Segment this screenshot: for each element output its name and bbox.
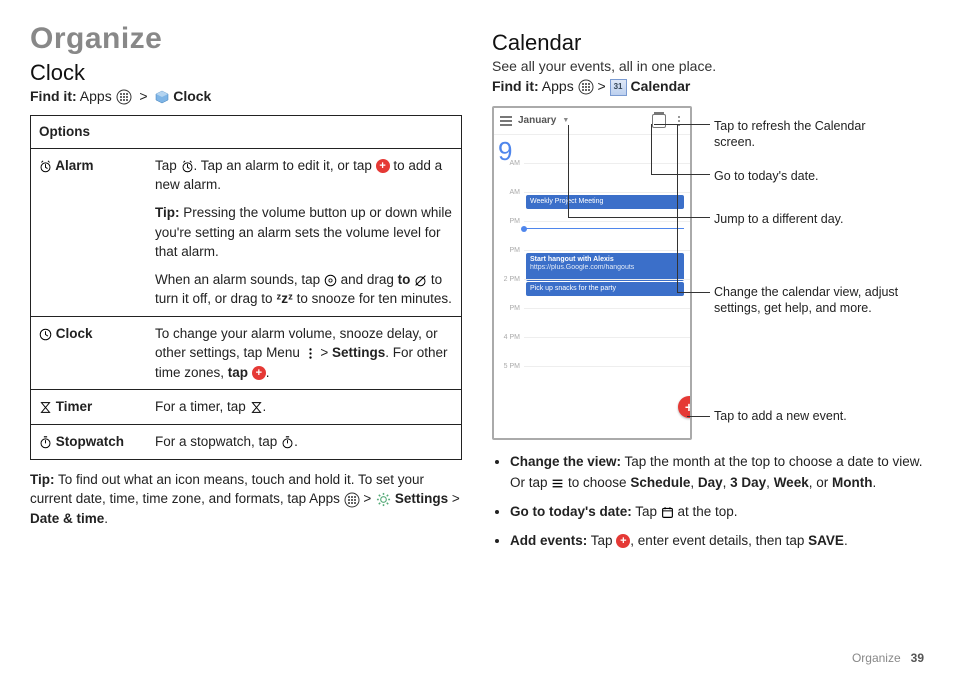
row-alarm: Alarm Tap . Tap an alarm to edit it, or … bbox=[31, 148, 462, 316]
clock-icon bbox=[39, 328, 52, 341]
row-timer: Timer For a timer, tap . bbox=[31, 390, 462, 425]
settings-gear-icon bbox=[375, 492, 391, 508]
now-indicator bbox=[524, 228, 684, 229]
clock-options-table: Options Alarm Tap . Tap an alarm to edit… bbox=[30, 115, 462, 459]
calendar-heading: Calendar bbox=[492, 30, 924, 56]
timer-icon bbox=[250, 401, 263, 414]
bullet-add-event: Add events: Tap , enter event details, t… bbox=[510, 531, 924, 552]
page-title: Organize bbox=[30, 22, 462, 56]
event-block[interactable]: Pick up snacks for the party bbox=[526, 282, 684, 296]
apps-grid-icon bbox=[578, 79, 594, 95]
options-header: Options bbox=[31, 116, 462, 149]
dismiss-circle-icon bbox=[324, 274, 337, 287]
clock-find-it: Find it: Apps > Clock bbox=[30, 88, 462, 105]
apps-grid-icon bbox=[116, 89, 132, 105]
anno-overflow: Change the calendar view, adjust setting… bbox=[714, 284, 924, 317]
bullet-change-view: Change the view: Tap the month at the to… bbox=[510, 452, 924, 494]
overflow-menu-icon[interactable] bbox=[678, 120, 680, 122]
stopwatch-icon bbox=[39, 436, 52, 449]
stopwatch-icon bbox=[281, 436, 294, 449]
event-block[interactable]: Weekly Project Meeting bbox=[526, 195, 684, 209]
month-picker[interactable]: January bbox=[518, 115, 556, 126]
menu-overflow-icon bbox=[304, 347, 317, 360]
anno-today: Go to today's date. bbox=[714, 168, 904, 184]
alarm-icon bbox=[39, 160, 52, 173]
today-icon[interactable] bbox=[652, 114, 666, 128]
globe-add-icon bbox=[252, 366, 266, 380]
calendar-mock-wrap: January ▼ 9 AM AM Weekly Project Meeting… bbox=[492, 106, 924, 440]
timer-icon bbox=[39, 401, 52, 414]
bullet-today: Go to today's date: Tap at the top. bbox=[510, 502, 924, 523]
clock-heading: Clock bbox=[30, 60, 462, 86]
event-block[interactable]: Start hangout with Alexis https://plus.G… bbox=[526, 253, 684, 281]
find-it-label: Find it: bbox=[30, 88, 77, 104]
right-column: Calendar See all your events, all in one… bbox=[492, 22, 924, 559]
calendar-bullets: Change the view: Tap the month at the to… bbox=[492, 452, 924, 552]
today-icon bbox=[661, 506, 674, 519]
row-stopwatch: Stopwatch For a stopwatch, tap . bbox=[31, 425, 462, 460]
anno-refresh: Tap to refresh the Calendar screen. bbox=[714, 118, 904, 151]
calendar-find-it: Find it: Apps > Calendar bbox=[492, 78, 924, 96]
calendar-lead: See all your events, all in one place. bbox=[492, 58, 924, 74]
add-icon bbox=[616, 534, 630, 548]
add-icon bbox=[376, 159, 390, 173]
chevron-down-icon: ▼ bbox=[562, 117, 569, 124]
calendar-mock: January ▼ 9 AM AM Weekly Project Meeting… bbox=[492, 106, 692, 440]
alarm-off-icon bbox=[414, 274, 427, 287]
clock-app-icon bbox=[155, 90, 169, 104]
calendar-app-icon bbox=[610, 79, 627, 96]
page-footer: Organize39 bbox=[852, 651, 924, 665]
hamburger-icon[interactable] bbox=[500, 116, 512, 126]
alarm-icon bbox=[181, 160, 194, 173]
clock-tip: Tip: To find out what an icon means, tou… bbox=[30, 470, 462, 529]
add-event-fab[interactable]: + bbox=[678, 396, 692, 418]
left-column: Organize Clock Find it: Apps > Clock Opt… bbox=[30, 22, 462, 559]
anno-jump: Jump to a different day. bbox=[714, 211, 904, 227]
hamburger-icon bbox=[551, 477, 564, 490]
row-clock: Clock To change your alarm volume, snooz… bbox=[31, 316, 462, 390]
anno-fab: Tap to add a new event. bbox=[714, 408, 914, 424]
apps-grid-icon bbox=[344, 492, 360, 508]
